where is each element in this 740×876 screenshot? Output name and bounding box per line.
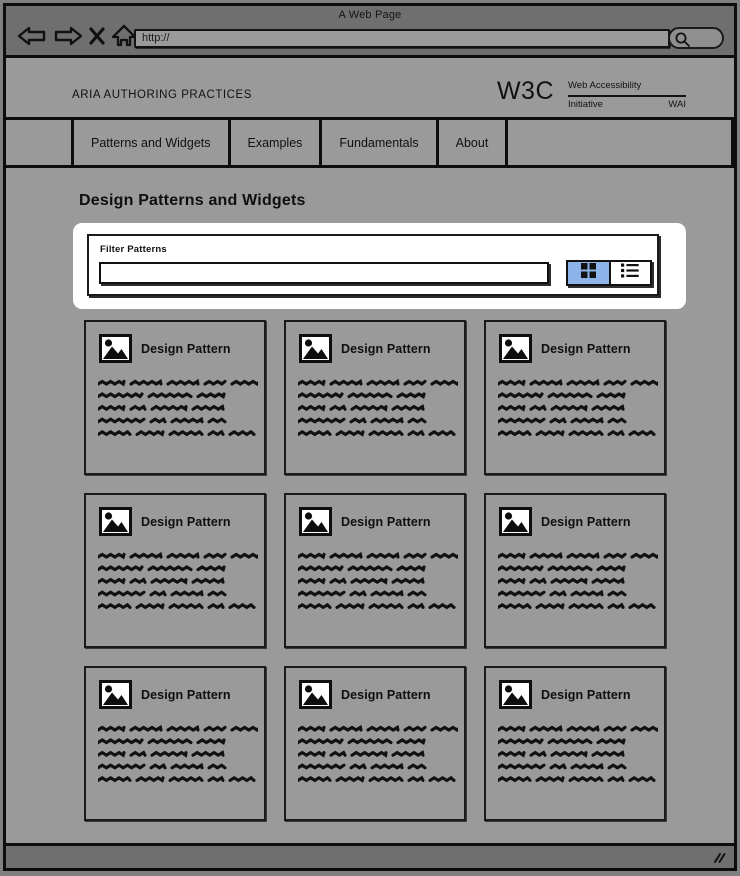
card-placeholder-text: [286, 709, 464, 788]
card-title: Design Pattern: [141, 341, 231, 356]
image-placeholder-icon: [99, 680, 132, 709]
image-placeholder-icon: [499, 334, 532, 363]
image-placeholder-icon: [299, 680, 332, 709]
pattern-card[interactable]: Design Pattern: [84, 666, 266, 821]
pattern-card[interactable]: Design Pattern: [484, 320, 666, 475]
pattern-card-grid: Design Pattern Design Pattern Design Pat…: [84, 320, 674, 821]
card-title: Design Pattern: [141, 514, 231, 529]
magnifier-icon: [674, 31, 691, 53]
nav-item-examples[interactable]: Examples: [231, 120, 323, 165]
list-view-button[interactable]: [608, 262, 650, 284]
grid-icon: [580, 262, 597, 284]
image-placeholder-icon: [99, 334, 132, 363]
url-text: http://: [142, 32, 170, 44]
browser-nav-icons: [17, 24, 137, 53]
filter-label: Filter Patterns: [100, 244, 167, 255]
site-title: ARIA AUTHORING PRACTICES: [72, 89, 252, 101]
pattern-card[interactable]: Design Pattern: [84, 320, 266, 475]
pattern-card[interactable]: Design Pattern: [484, 666, 666, 821]
url-input[interactable]: http://: [134, 29, 670, 48]
card-placeholder-text: [86, 709, 264, 788]
image-placeholder-icon: [99, 507, 132, 536]
card-placeholder-text: [486, 709, 664, 788]
wai-line-1: Web Accessibility: [568, 80, 642, 91]
page-viewport: ARIA AUTHORING PRACTICES W3C Web Accessi…: [6, 58, 734, 846]
site-header: ARIA AUTHORING PRACTICES W3C Web Accessi…: [6, 58, 734, 120]
stop-x-icon[interactable]: [89, 26, 105, 51]
pattern-card[interactable]: Design Pattern: [484, 493, 666, 648]
pattern-card[interactable]: Design Pattern: [284, 493, 466, 648]
nav-item-patterns-and-widgets[interactable]: Patterns and Widgets: [74, 120, 231, 165]
pattern-card[interactable]: Design Pattern: [284, 320, 466, 475]
filter-patterns-input[interactable]: [99, 262, 549, 284]
image-placeholder-icon: [499, 680, 532, 709]
status-bar: [6, 846, 734, 868]
wai-divider: [568, 95, 686, 97]
browser-window: A Web Page http:// ARIA AUTHORING PRACTI…: [3, 3, 737, 871]
card-header: Design Pattern: [486, 495, 664, 536]
image-placeholder-icon: [299, 507, 332, 536]
card-header: Design Pattern: [286, 495, 464, 536]
card-placeholder-text: [86, 363, 264, 442]
browser-search-box[interactable]: [668, 27, 724, 49]
forward-arrow-icon[interactable]: [53, 25, 83, 52]
pattern-card[interactable]: Design Pattern: [84, 493, 266, 648]
card-placeholder-text: [286, 363, 464, 442]
window-title: A Web Page: [338, 9, 402, 21]
card-title: Design Pattern: [341, 687, 431, 702]
card-header: Design Pattern: [86, 322, 264, 363]
back-arrow-icon[interactable]: [17, 25, 47, 52]
card-title: Design Pattern: [541, 687, 631, 702]
card-header: Design Pattern: [286, 322, 464, 363]
card-title: Design Pattern: [541, 514, 631, 529]
wai-initiative-text: Initiative: [568, 99, 603, 110]
nav-trailing-cell: [508, 120, 734, 165]
nav-item-about[interactable]: About: [439, 120, 509, 165]
card-header: Design Pattern: [86, 495, 264, 536]
list-icon: [621, 263, 640, 283]
card-header: Design Pattern: [486, 668, 664, 709]
wai-acronym-text: WAI: [668, 99, 686, 110]
wai-line-2: Initiative WAI: [568, 99, 686, 111]
card-title: Design Pattern: [341, 514, 431, 529]
card-header: Design Pattern: [286, 668, 464, 709]
nav-leading-cell: [6, 120, 74, 165]
card-placeholder-text: [486, 536, 664, 615]
w3c-logo: W3C Web Accessibility Initiative WAI: [497, 78, 686, 111]
filter-panel: Filter Patterns: [87, 234, 659, 296]
w3c-wordmark: W3C: [496, 77, 554, 105]
card-header: Design Pattern: [486, 322, 664, 363]
card-placeholder-text: [86, 536, 264, 615]
card-placeholder-text: [286, 536, 464, 615]
view-toggle-group: [566, 260, 652, 286]
nav-item-fundamentals[interactable]: Fundamentals: [322, 120, 439, 165]
resize-grip-icon[interactable]: [712, 851, 726, 869]
main-navigation: Patterns and Widgets Examples Fundamenta…: [6, 120, 734, 168]
pattern-card[interactable]: Design Pattern: [284, 666, 466, 821]
card-title: Design Pattern: [541, 341, 631, 356]
wai-logo-block: Web Accessibility Initiative WAI: [568, 78, 686, 111]
page-title: Design Patterns and Widgets: [79, 192, 306, 209]
grid-view-button[interactable]: [568, 262, 609, 284]
card-title: Design Pattern: [341, 341, 431, 356]
browser-chrome: A Web Page http://: [6, 6, 734, 58]
filter-highlight-callout: Filter Patterns: [73, 223, 686, 309]
card-header: Design Pattern: [86, 668, 264, 709]
image-placeholder-icon: [299, 334, 332, 363]
card-placeholder-text: [486, 363, 664, 442]
image-placeholder-icon: [499, 507, 532, 536]
card-title: Design Pattern: [141, 687, 231, 702]
